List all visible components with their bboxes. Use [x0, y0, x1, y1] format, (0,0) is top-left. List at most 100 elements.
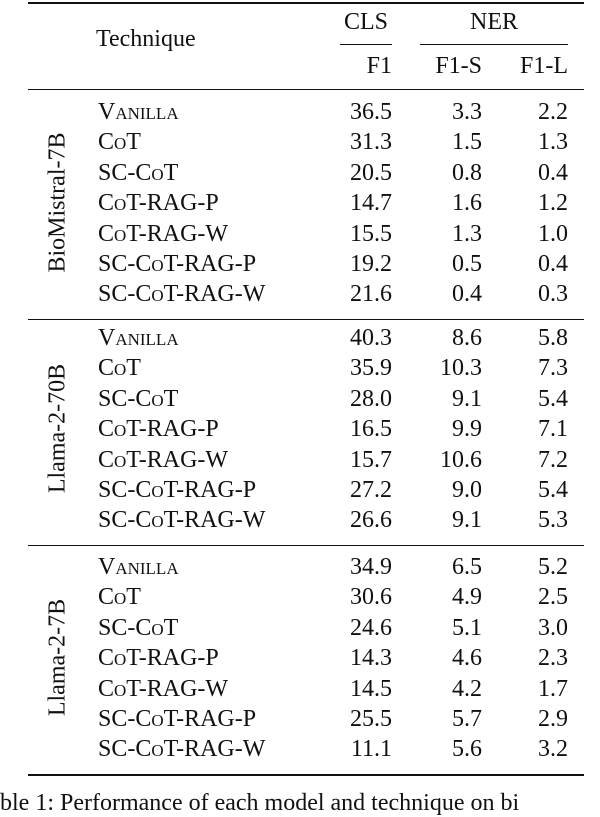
cls-f1-cell: 35.9	[350, 355, 392, 382]
ner-f1l-cell: 2.2	[538, 99, 568, 125]
ner-f1l-cell: 1.0	[538, 220, 568, 247]
cls-f1-cell: 28.0	[350, 385, 392, 412]
ner-f1l-cell: 1.7	[538, 675, 568, 702]
cls-f1-cell: 21.6	[350, 281, 392, 308]
table-caption: ble 1: Performance of each model and tec…	[0, 790, 520, 816]
ner-f1s-cell: 9.1	[452, 507, 482, 534]
ner-f1s-cell: 5.6	[452, 736, 482, 763]
ner-f1s-cell: 1.5	[452, 129, 482, 156]
cls-f1-cell: 16.5	[350, 416, 392, 443]
ner-f1s-cell: 4.2	[452, 675, 482, 702]
technique-cell: CoT	[98, 355, 141, 382]
ner-f1l-cell: 7.3	[538, 355, 568, 382]
technique-cell: CoT-RAG-W	[98, 446, 229, 473]
technique-cell: Vanilla	[98, 325, 179, 351]
ner-f1l-cell: 2.9	[538, 706, 568, 732]
technique-cell: SC-CoT-RAG-W	[98, 507, 266, 534]
header-group-cls: CLS	[343, 9, 388, 35]
technique-cell: CoT-RAG-P	[98, 645, 219, 672]
ner-f1s-cell: 3.3	[452, 99, 482, 125]
technique-cell: SC-CoT	[98, 614, 179, 641]
ner-f1s-cell: 9.0	[452, 477, 482, 503]
ner-f1s-cell: 1.3	[452, 220, 482, 247]
cls-f1-cell: 24.6	[350, 614, 392, 641]
ner-f1s-cell: 6.5	[452, 554, 482, 580]
cls-f1-cell: 30.6	[350, 584, 392, 611]
ner-f1s-cell: 1.6	[452, 190, 482, 217]
ner-f1s-cell: 10.3	[440, 355, 482, 382]
header-group-ner: NER	[470, 9, 518, 35]
cls-f1-cell: 20.5	[350, 159, 392, 186]
cls-f1-cell: 14.5	[350, 675, 392, 702]
ner-f1s-cell: 9.9	[452, 416, 482, 443]
cls-f1-cell: 27.2	[350, 477, 392, 503]
model-label: Llama-2-70B	[44, 364, 71, 494]
ner-f1l-cell: 5.4	[538, 477, 568, 503]
ner-f1s-cell: 8.6	[452, 325, 482, 351]
cls-f1-cell: 14.7	[350, 190, 392, 217]
ner-f1l-cell: 3.0	[538, 614, 568, 641]
cls-cmidrule	[340, 44, 392, 45]
technique-cell: Vanilla	[98, 554, 179, 580]
technique-cell: SC-CoT-RAG-P	[98, 477, 257, 503]
ner-f1s-cell: 10.6	[440, 446, 482, 473]
ner-f1l-cell: 0.4	[538, 159, 568, 186]
cls-f1-cell: 36.5	[350, 99, 392, 125]
ner-f1s-cell: 0.4	[452, 281, 482, 308]
ner-f1l-cell: 5.4	[538, 385, 568, 412]
technique-cell: CoT	[98, 584, 141, 611]
ner-f1l-cell: 5.3	[538, 507, 568, 534]
ner-cmidrule	[420, 44, 568, 45]
technique-cell: SC-CoT-RAG-P	[98, 251, 257, 277]
cls-f1-cell: 34.9	[350, 554, 392, 580]
ner-f1s-cell: 5.1	[452, 614, 482, 641]
ner-f1l-cell: 1.2	[538, 190, 568, 217]
ner-f1l-cell: 0.4	[538, 251, 568, 277]
cls-f1-cell: 11.1	[350, 736, 392, 763]
bottom-rule	[28, 773, 584, 776]
technique-cell: CoT	[98, 129, 141, 156]
cls-f1-cell: 31.3	[350, 129, 392, 156]
technique-cell: CoT-RAG-W	[98, 675, 229, 702]
block-separator-rule	[28, 318, 584, 320]
ner-f1l-cell: 1.3	[538, 129, 568, 156]
cls-f1-cell: 25.5	[350, 706, 392, 732]
technique-cell: CoT-RAG-P	[98, 190, 219, 217]
cls-f1-cell: 19.2	[350, 251, 392, 277]
technique-cell: CoT-RAG-W	[98, 220, 229, 247]
technique-cell: SC-CoT	[98, 159, 179, 186]
header-rule	[28, 89, 584, 90]
header-ner-f1s: F1-S	[435, 53, 482, 79]
cls-f1-cell: 14.3	[350, 645, 392, 672]
header-cls-f1: F1	[366, 53, 392, 79]
technique-cell: SC-CoT-RAG-W	[98, 736, 266, 763]
ner-f1l-cell: 5.2	[538, 554, 568, 580]
cls-f1-cell: 26.6	[350, 507, 392, 534]
model-label: BioMistral-7B	[44, 132, 71, 273]
ner-f1l-cell: 2.3	[538, 645, 568, 672]
technique-cell: SC-CoT-RAG-P	[98, 706, 257, 732]
cls-f1-cell: 15.7	[350, 446, 392, 473]
ner-f1s-cell: 0.5	[452, 251, 482, 277]
ner-f1s-cell: 5.7	[452, 706, 482, 732]
cls-f1-cell: 40.3	[350, 325, 392, 351]
cls-f1-cell: 15.5	[350, 220, 392, 247]
technique-cell: CoT-RAG-P	[98, 416, 219, 443]
block-separator-rule	[28, 544, 584, 546]
ner-f1l-cell: 7.1	[538, 416, 568, 443]
ner-f1l-cell: 0.3	[538, 281, 568, 308]
ner-f1s-cell: 4.9	[452, 584, 482, 611]
ner-f1s-cell: 4.6	[452, 645, 482, 672]
ner-f1l-cell: 7.2	[538, 446, 568, 473]
model-label: Llama-2-7B	[44, 599, 71, 717]
technique-cell: Vanilla	[98, 99, 179, 125]
ner-f1l-cell: 5.8	[538, 325, 568, 351]
technique-cell: SC-CoT-RAG-W	[98, 281, 266, 308]
ner-f1l-cell: 3.2	[538, 736, 568, 763]
header-technique: Technique	[96, 26, 196, 52]
header-ner-f1l: F1-L	[520, 53, 568, 79]
technique-cell: SC-CoT	[98, 385, 179, 412]
ner-f1s-cell: 0.8	[452, 159, 482, 186]
top-rule	[28, 2, 584, 4]
ner-f1s-cell: 9.1	[452, 385, 482, 412]
